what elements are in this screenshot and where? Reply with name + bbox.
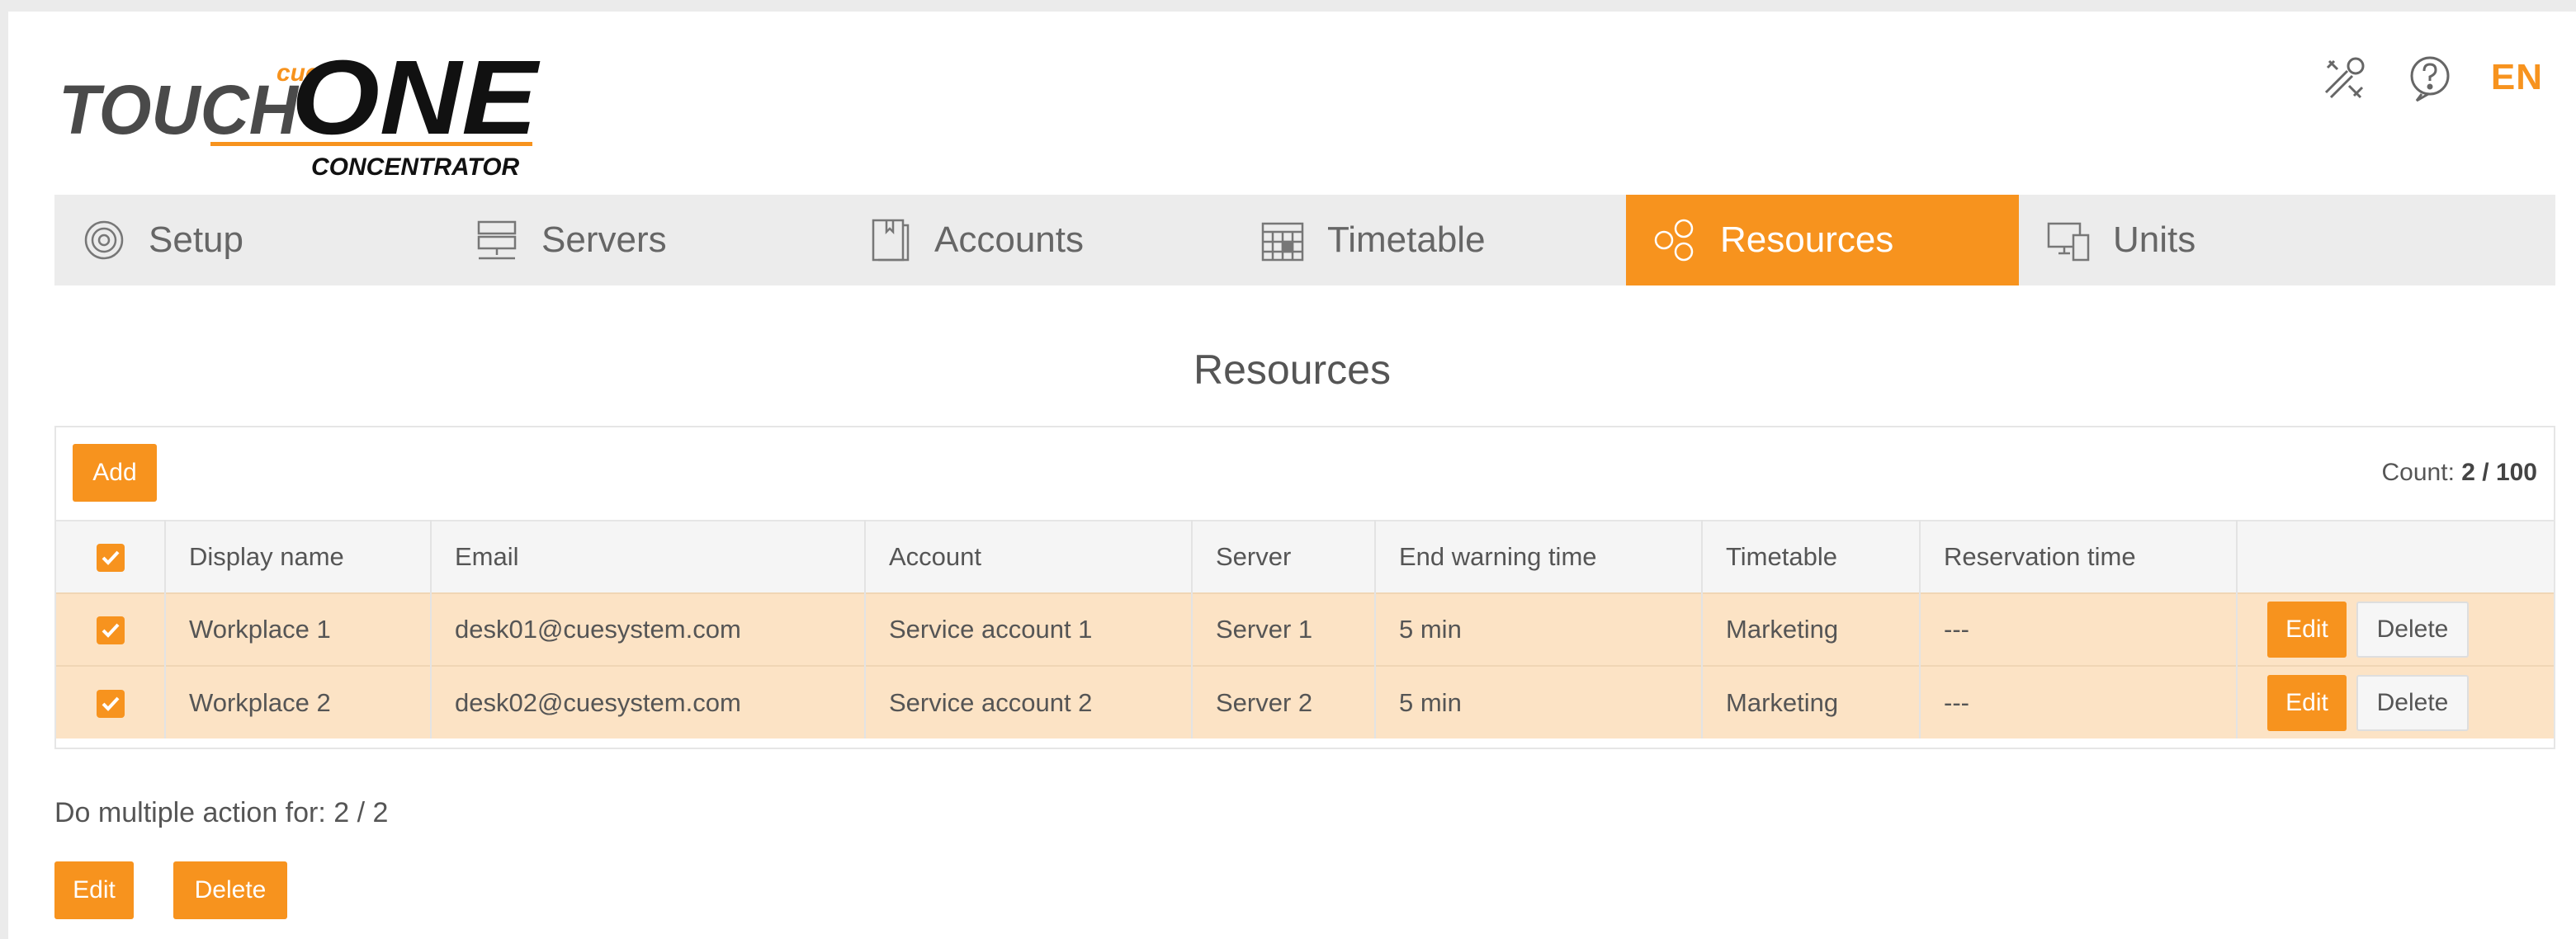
cell-end-warning-time: 5 min	[1375, 593, 1703, 666]
multiple-action-label: Do multiple action for: 2 / 2	[54, 797, 389, 828]
count-label: Count:	[2381, 459, 2455, 486]
language-selector[interactable]: EN	[2491, 57, 2543, 98]
table-row: Workplace 2 desk02@cuesystem.com Service…	[56, 666, 2554, 738]
tools-icon[interactable]	[2319, 53, 2369, 102]
cell-timetable: Marketing	[1702, 666, 1921, 738]
edit-button[interactable]: Edit	[2267, 602, 2347, 658]
resources-table: Display name Email Account Server End wa…	[56, 520, 2554, 738]
cell-server: Server 2	[1192, 666, 1376, 738]
tab-label: Units	[2113, 219, 2196, 260]
tab-timetable[interactable]: Timetable	[1233, 195, 1626, 285]
delete-button[interactable]: Delete	[2356, 674, 2469, 731]
cell-timetable: Marketing	[1702, 593, 1921, 666]
column-header[interactable]: Server	[1192, 521, 1376, 593]
select-all-cell	[56, 521, 166, 593]
delete-button[interactable]: Delete	[2356, 602, 2469, 658]
touchone-logo: cue TOUCH ONE CONCENTRATOR	[59, 39, 541, 181]
tab-accounts[interactable]: Accounts	[840, 195, 1233, 285]
row-actions: Edit Delete	[2237, 593, 2554, 666]
logo-touch: TOUCH	[59, 71, 300, 149]
count-value: 2 / 100	[2461, 459, 2537, 486]
row-checkbox[interactable]	[96, 689, 125, 718]
cell-display-name: Workplace 1	[165, 593, 432, 666]
row-select-cell	[56, 666, 166, 738]
actions-header	[2237, 521, 2554, 593]
cell-email: desk02@cuesystem.com	[431, 666, 866, 738]
multi-edit-button[interactable]: Edit	[54, 861, 134, 919]
count-indicator: Count: 2 / 100	[2382, 459, 2537, 487]
cell-display-name: Workplace 2	[165, 666, 432, 738]
row-checkbox[interactable]	[96, 616, 125, 645]
page: cue TOUCH ONE CONCENTRATOR EN Setup Serv…	[8, 12, 2576, 939]
setup-icon	[84, 220, 124, 260]
tab-setup[interactable]: Setup	[54, 195, 447, 285]
header-actions: EN	[2319, 53, 2543, 102]
cell-email: desk01@cuesystem.com	[431, 593, 866, 666]
column-header[interactable]: Email	[431, 521, 866, 593]
column-header[interactable]: Reservation time	[1920, 521, 2238, 593]
table-row: Workplace 1 desk01@cuesystem.com Service…	[56, 593, 2554, 666]
column-header[interactable]: Display name	[165, 521, 432, 593]
cell-end-warning-time: 5 min	[1375, 666, 1703, 738]
tab-label: Timetable	[1327, 219, 1486, 260]
cell-server: Server 1	[1192, 593, 1376, 666]
row-actions: Edit Delete	[2237, 666, 2554, 738]
page-title: Resources	[1193, 347, 1391, 393]
select-all-checkbox[interactable]	[96, 544, 125, 573]
tab-resources[interactable]: Resources	[1626, 195, 2019, 285]
add-button[interactable]: Add	[73, 444, 157, 502]
cell-reservation-time: ---	[1920, 593, 2238, 666]
tab-label: Accounts	[934, 219, 1084, 260]
tab-label: Setup	[149, 219, 243, 260]
column-header[interactable]: Timetable	[1702, 521, 1921, 593]
tab-label: Resources	[1720, 219, 1894, 260]
tab-units[interactable]: Units	[2019, 195, 2412, 285]
edit-button[interactable]: Edit	[2267, 674, 2347, 731]
logo-one: ONE	[291, 39, 541, 157]
cell-reservation-time: ---	[1920, 666, 2238, 738]
row-select-cell	[56, 593, 166, 666]
help-icon[interactable]	[2405, 53, 2455, 102]
column-header[interactable]: End warning time	[1375, 521, 1703, 593]
resources-icon	[1654, 219, 1694, 262]
main-nav: Setup Servers Accounts Timetable Resourc…	[54, 195, 2555, 285]
tab-servers[interactable]: Servers	[447, 195, 840, 285]
accounts-icon	[872, 219, 910, 262]
servers-icon	[477, 220, 517, 260]
multi-delete-button[interactable]: Delete	[173, 861, 287, 919]
units-icon	[2047, 222, 2090, 262]
cell-account: Service account 1	[865, 593, 1193, 666]
cell-account: Service account 2	[865, 666, 1193, 738]
table-header-row: Display name Email Account Server End wa…	[56, 521, 2554, 593]
timetable-icon	[1261, 222, 1304, 262]
column-header[interactable]: Account	[865, 521, 1193, 593]
tab-label: Servers	[541, 219, 667, 260]
resources-panel: Add Count: 2 / 100 Display name Email Ac…	[54, 426, 2555, 749]
logo-sub: CONCENTRATOR	[311, 153, 520, 181]
